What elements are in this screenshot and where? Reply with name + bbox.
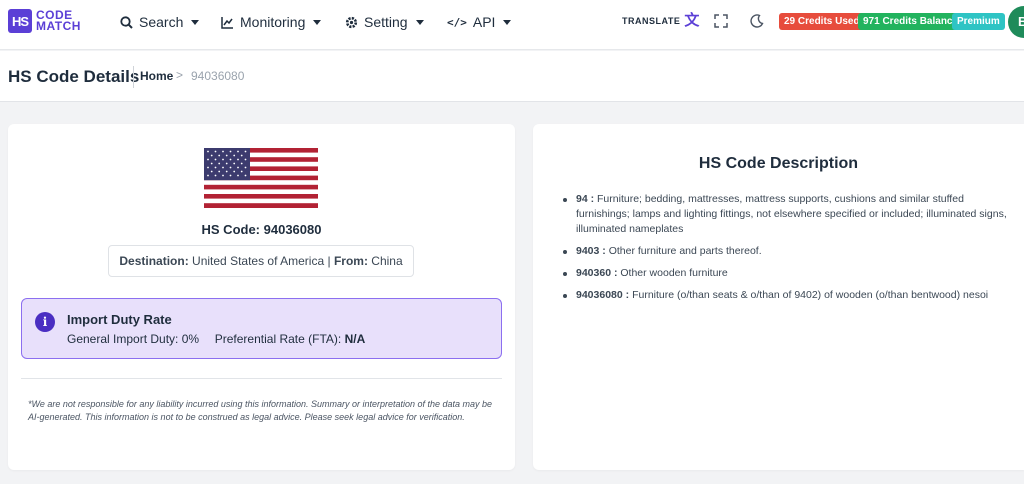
chevron-down-icon xyxy=(191,19,200,25)
top-navbar: HS CODE MATCH Search Monitoring Setting … xyxy=(0,0,1024,50)
page-header: HS Code Details Home > 94036080 xyxy=(0,51,1024,102)
plan-badge: Premium xyxy=(952,13,1005,30)
preferential-rate-value: N/A xyxy=(344,332,366,346)
nav-search[interactable]: Search xyxy=(120,14,200,30)
hs-code-details-card: HS Code: 94036080 Destination: United St… xyxy=(8,124,515,470)
brand-logo[interactable]: HS CODE MATCH xyxy=(8,9,81,33)
nav-api-label: API xyxy=(472,14,496,30)
duty-rates: General Import Duty: 0% Preferential Rat… xyxy=(67,332,366,346)
disclaimer-text: *We are not responsible for any liabilit… xyxy=(28,399,493,422)
from-label: From: xyxy=(333,254,368,268)
destination-label: Destination: xyxy=(119,254,189,268)
route-box: Destination: United States of America | … xyxy=(108,245,414,277)
nav-api[interactable]: </> API xyxy=(447,14,512,30)
translate-icon: 文 xyxy=(684,12,700,29)
import-duty-alert: i Import Duty Rate General Import Duty: … xyxy=(21,298,502,359)
translate-label: TRANSLATE xyxy=(622,16,681,26)
gear-icon xyxy=(345,16,358,28)
code-icon: </> xyxy=(447,15,467,29)
moon-icon xyxy=(750,14,764,28)
page-title: HS Code Details xyxy=(8,67,140,86)
list-item: 94 : Furniture; bedding, mattresses, mat… xyxy=(563,192,1013,237)
breadcrumb-separator: > xyxy=(176,68,184,82)
chevron-down-icon xyxy=(415,19,424,25)
list-item: 9403 : Other furniture and parts thereof… xyxy=(563,244,1013,259)
avatar[interactable]: B xyxy=(1008,6,1024,38)
translate-button[interactable]: TRANSLATE 文 xyxy=(622,12,702,30)
chart-line-icon xyxy=(221,16,233,29)
credits-used-badge: 29 Credits Used xyxy=(779,13,865,30)
nav-monitoring[interactable]: Monitoring xyxy=(221,14,322,30)
logo-mark-icon: HS xyxy=(8,9,32,33)
nav-search-label: Search xyxy=(139,14,184,30)
from-value: China xyxy=(371,254,403,268)
dark-mode-toggle[interactable] xyxy=(748,12,766,30)
hs-code-description-card: HS Code Description 94 : Furniture; bedd… xyxy=(533,124,1024,470)
search-icon xyxy=(120,15,133,29)
list-item: 94036080 : Furniture (o/than seats & o/t… xyxy=(563,288,1013,303)
credits-balance-badge: 971 Credits Balance xyxy=(858,13,964,30)
hs-code-heading: HS Code: 94036080 xyxy=(201,222,322,237)
fullscreen-button[interactable] xyxy=(712,12,730,30)
breadcrumb-home[interactable]: Home xyxy=(140,69,173,83)
logo-text: CODE MATCH xyxy=(36,8,81,33)
destination-value: United States of America xyxy=(192,254,325,268)
nav-setting[interactable]: Setting xyxy=(345,14,424,30)
duty-title: Import Duty Rate xyxy=(67,312,172,327)
general-duty-value: 0% xyxy=(181,332,200,346)
route-separator: | xyxy=(327,254,331,268)
nav-monitoring-label: Monitoring xyxy=(240,14,306,30)
fullscreen-icon xyxy=(714,14,728,28)
hs-code-value: 94036080 xyxy=(263,222,322,237)
info-icon: i xyxy=(35,312,55,332)
description-list: 94 : Furniture; bedding, mattresses, mat… xyxy=(563,192,1013,310)
nav-setting-label: Setting xyxy=(364,14,408,30)
chevron-down-icon xyxy=(503,19,512,25)
description-title: HS Code Description xyxy=(698,155,859,172)
chevron-down-icon xyxy=(313,19,322,25)
breadcrumb-current: 94036080 xyxy=(191,69,245,83)
divider xyxy=(21,378,502,379)
usa-flag-icon xyxy=(204,148,318,208)
header-divider xyxy=(133,66,134,88)
list-item: 940360 : Other wooden furniture xyxy=(563,266,1013,281)
